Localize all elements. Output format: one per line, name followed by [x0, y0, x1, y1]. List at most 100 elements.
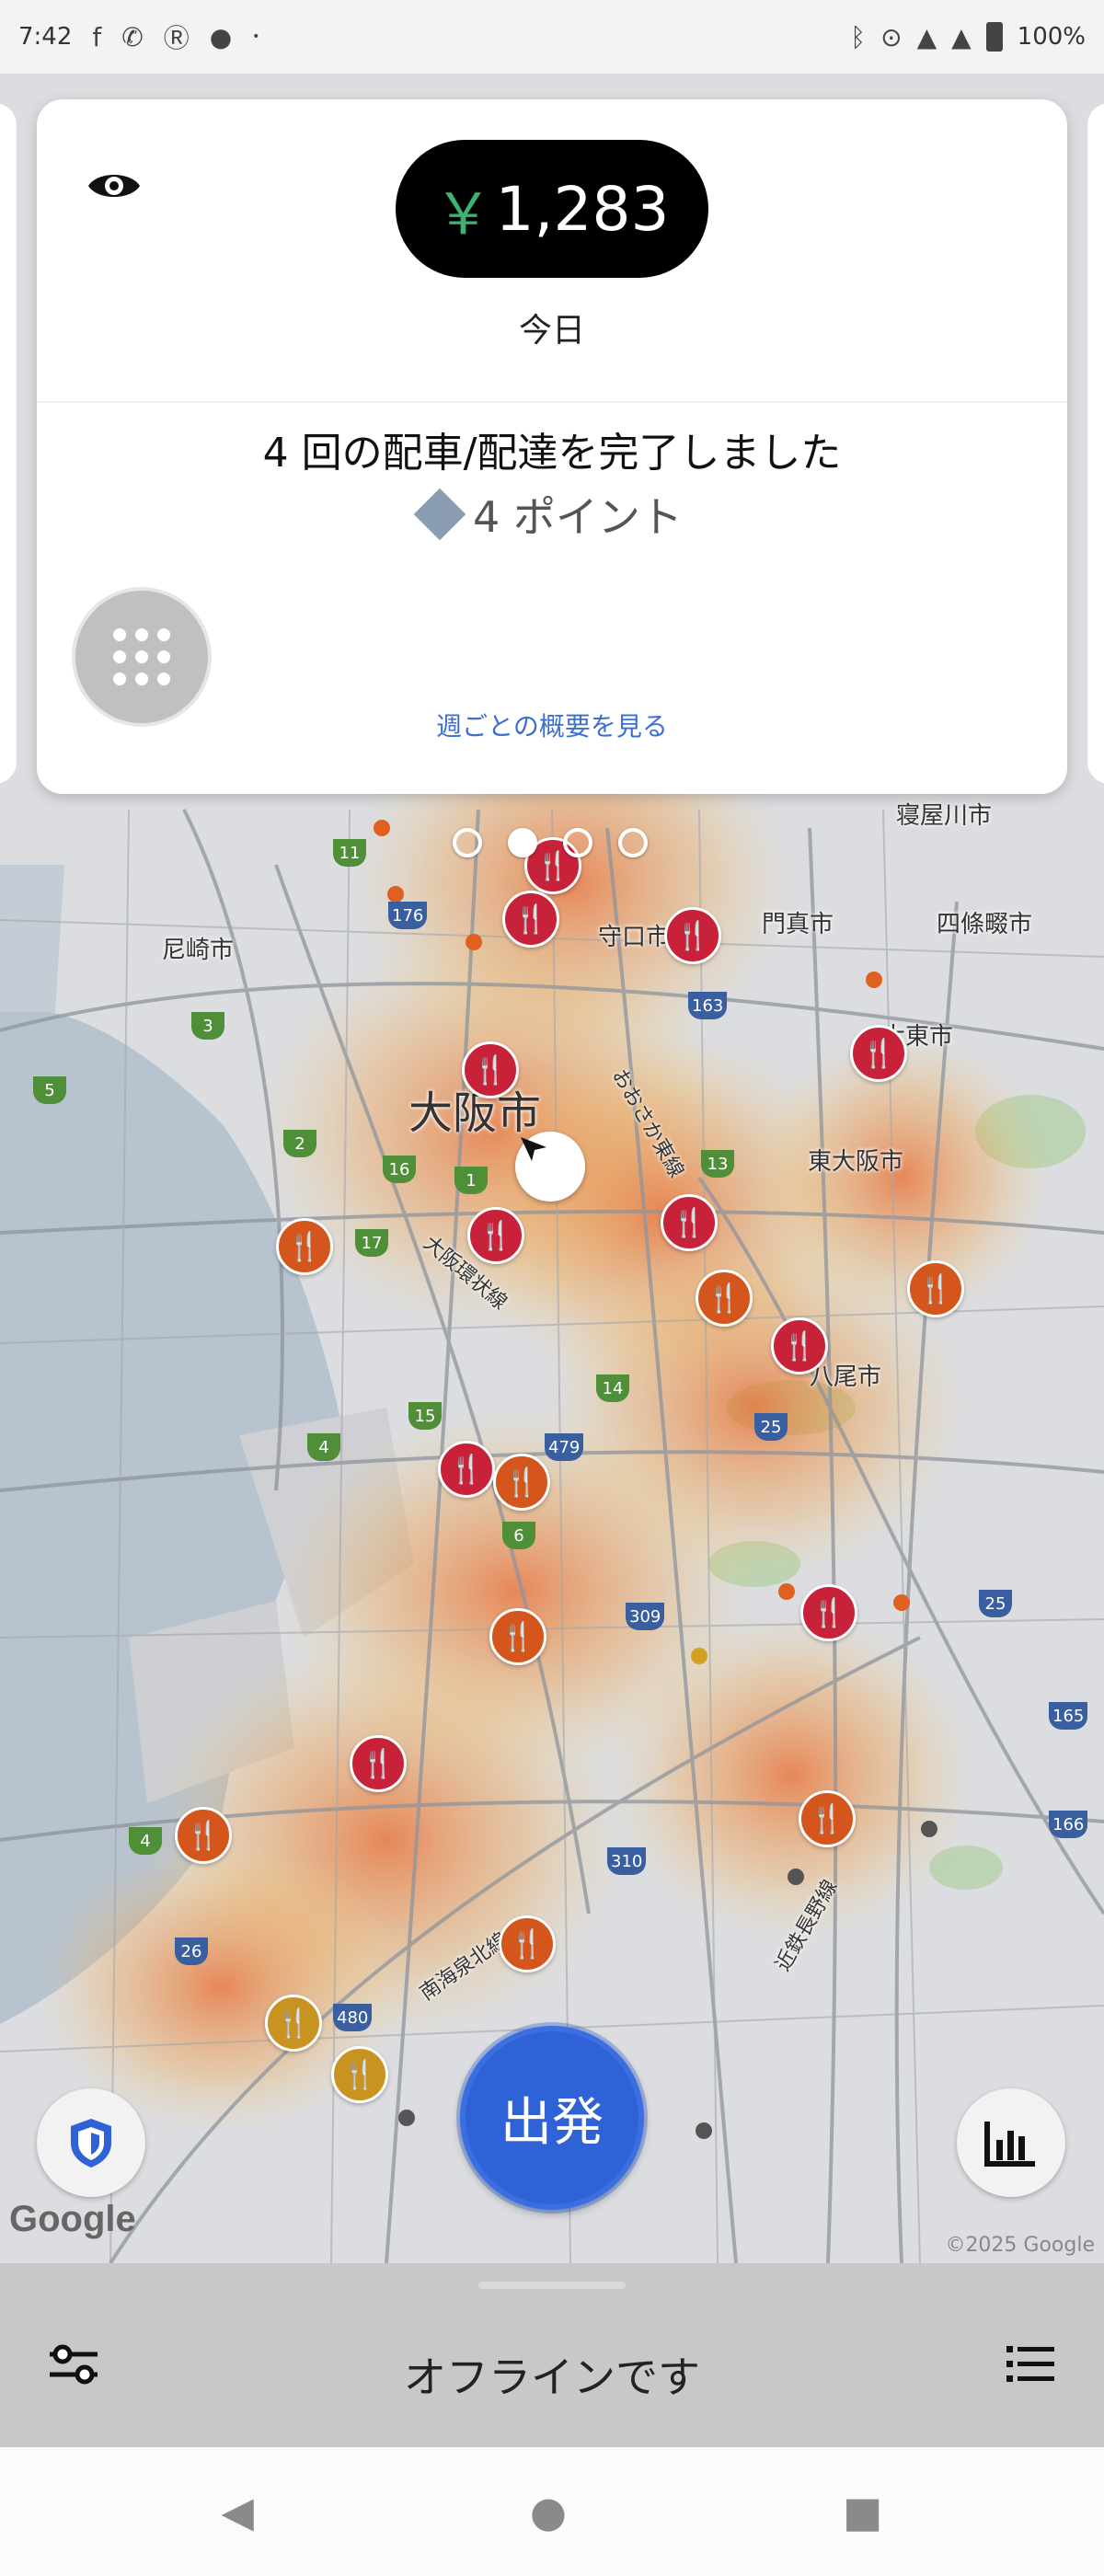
route-shield: 25 — [754, 1413, 788, 1441]
missed-call-icon: ✆ — [121, 21, 144, 52]
restaurant-pin[interactable]: 🍴 — [493, 1454, 550, 1511]
points-text: 4 ポイント — [473, 492, 683, 542]
grid-dot — [113, 650, 126, 663]
route-shield: 26 — [175, 1938, 208, 1965]
points-row: 4 ポイント — [37, 484, 1067, 545]
opportunities-list-button[interactable] — [994, 2328, 1067, 2401]
route-shield: 310 — [607, 1847, 647, 1875]
restaurant-pin[interactable]: 🍴 — [467, 1207, 524, 1264]
grid-dot — [113, 673, 126, 685]
weekly-summary-link[interactable]: 週ごとの概要を見る — [37, 707, 1067, 743]
restaurant-pin[interactable]: 🍴 — [799, 1790, 856, 1847]
route-shield: 176 — [388, 902, 428, 929]
restaurant-pin[interactable]: 🍴 — [265, 1995, 322, 2052]
restaurant-pin[interactable]: 🍴 — [350, 1735, 407, 1792]
bar-chart-icon — [984, 2122, 1035, 2167]
pager-dot[interactable] — [453, 828, 482, 857]
restaurant-pin[interactable]: 🍴 — [276, 1218, 333, 1275]
demand-stats-button[interactable] — [957, 2088, 1065, 2197]
home-icon[interactable]: ● — [530, 2487, 567, 2536]
restaurant-pin[interactable]: 🍴 — [696, 1270, 753, 1327]
previous-card-peek[interactable] — [0, 103, 17, 784]
map-label-shijonawate: 四條畷市 — [937, 911, 1033, 938]
rakuten-icon: Ⓡ — [163, 23, 190, 53]
pager-dot[interactable] — [563, 828, 592, 857]
route-shield: 309 — [626, 1603, 665, 1630]
route-shield: 5 — [33, 1076, 66, 1104]
earnings-amount: 1,283 — [495, 173, 670, 245]
recents-icon[interactable]: ■ — [843, 2487, 882, 2536]
restaurant-pin[interactable]: 🍴 — [661, 1194, 718, 1251]
grid-dot — [135, 628, 148, 641]
map-label-moriguchi: 守口市 — [598, 924, 671, 951]
route-shield: 479 — [545, 1433, 584, 1461]
map-label-kadoma: 門真市 — [762, 911, 834, 938]
route-shield: 16 — [383, 1156, 416, 1183]
safety-shield-button[interactable] — [37, 2088, 145, 2197]
battery-icon — [985, 22, 1003, 52]
current-location-arrow-icon — [515, 1132, 585, 1202]
currency-symbol: ￥ — [434, 180, 492, 247]
pager-dot-active[interactable] — [508, 828, 537, 857]
bottom-sheet[interactable]: オフラインです — [0, 2263, 1104, 2447]
restaurant-pin[interactable]: 🍴 — [771, 1317, 828, 1374]
sheet-drag-handle[interactable] — [478, 2282, 626, 2289]
route-shield: 1 — [454, 1167, 488, 1194]
grid-dot — [157, 650, 170, 663]
route-shield: 165 — [1049, 1702, 1088, 1730]
trips-completed-text: 4 回の配車/配達を完了しました — [262, 430, 842, 477]
restaurant-pin[interactable]: 🍴 — [438, 1441, 495, 1498]
clock: 7:42 — [18, 23, 73, 51]
restaurant-pin[interactable]: 🍴 — [800, 1584, 857, 1641]
signal-icon: ▲ — [951, 21, 972, 52]
restaurant-pin[interactable]: 🍴 — [175, 1807, 232, 1864]
restaurant-pin[interactable]: 🍴 — [489, 1608, 546, 1665]
restaurant-pin[interactable]: 🍴 — [850, 1025, 907, 1082]
route-shield: 163 — [688, 992, 728, 1019]
location-icon: ⊙ — [880, 21, 903, 52]
route-shield: 15 — [408, 1402, 442, 1430]
back-icon[interactable]: ◀ — [222, 2487, 254, 2536]
restaurant-pin[interactable]: 🍴 — [462, 1041, 519, 1098]
google-logo: Google — [9, 2199, 136, 2239]
system-navigation-bar: ◀ ● ■ — [0, 2447, 1104, 2576]
earnings-amount-pill[interactable]: ￥ 1,283 — [396, 140, 708, 278]
route-shield: 4 — [129, 1827, 162, 1855]
map-label-higashiosaka: 東大阪市 — [808, 1148, 904, 1176]
route-shield: 25 — [979, 1590, 1012, 1617]
route-shield: 4 — [307, 1433, 340, 1461]
pager-dot[interactable] — [618, 828, 648, 857]
online-status-text: オフラインです — [404, 2352, 700, 2402]
dot-icon: • — [252, 29, 260, 44]
bluetooth-icon: ᛒ — [850, 21, 867, 52]
route-shield: 480 — [333, 2004, 373, 2031]
driver-app-screen: 7:42 f ✆ Ⓡ ● • ᛒ ⊙ ▲ ▲ 100% 11 176 3 5 2… — [0, 0, 1104, 2576]
route-shield: 17 — [355, 1229, 388, 1257]
route-shield: 13 — [701, 1150, 734, 1178]
restaurant-pin[interactable]: 🍴 — [331, 2046, 388, 2103]
route-shield: 166 — [1049, 1811, 1088, 1838]
route-shield: 2 — [283, 1130, 316, 1157]
grid-dot — [157, 673, 170, 685]
eye-icon[interactable] — [85, 156, 144, 215]
system-status-bar: 7:42 f ✆ Ⓡ ● • ᛒ ⊙ ▲ ▲ 100% — [0, 0, 1104, 74]
earnings-card[interactable]: ￥ 1,283 今日 4 回の配車/配達を完了しました 4 ポイント 週ごとの概… — [37, 99, 1067, 794]
period-label: 今日 — [518, 312, 585, 350]
restaurant-pin[interactable]: 🍴 — [907, 1260, 964, 1317]
grid-dot — [113, 628, 126, 641]
diamond-icon — [413, 488, 466, 541]
route-shield: 14 — [596, 1374, 629, 1402]
next-card-peek[interactable] — [1087, 103, 1104, 784]
map-label-neyagawa: 寝屋川市 — [896, 802, 993, 830]
route-shield: 6 — [502, 1522, 535, 1549]
restaurant-pin[interactable]: 🍴 — [502, 891, 559, 948]
restaurant-pin[interactable]: 🍴 — [499, 1915, 556, 1972]
restaurant-pin[interactable]: 🍴 — [664, 907, 721, 964]
map-label-amagasaki: 尼崎市 — [162, 937, 235, 964]
route-shield: 3 — [191, 1012, 224, 1040]
shield-icon — [71, 2119, 111, 2168]
list-icon — [1006, 2346, 1054, 2382]
go-online-button[interactable]: 出発 — [460, 2026, 644, 2210]
facebook-icon: f — [92, 21, 102, 52]
grid-dot — [135, 650, 148, 663]
